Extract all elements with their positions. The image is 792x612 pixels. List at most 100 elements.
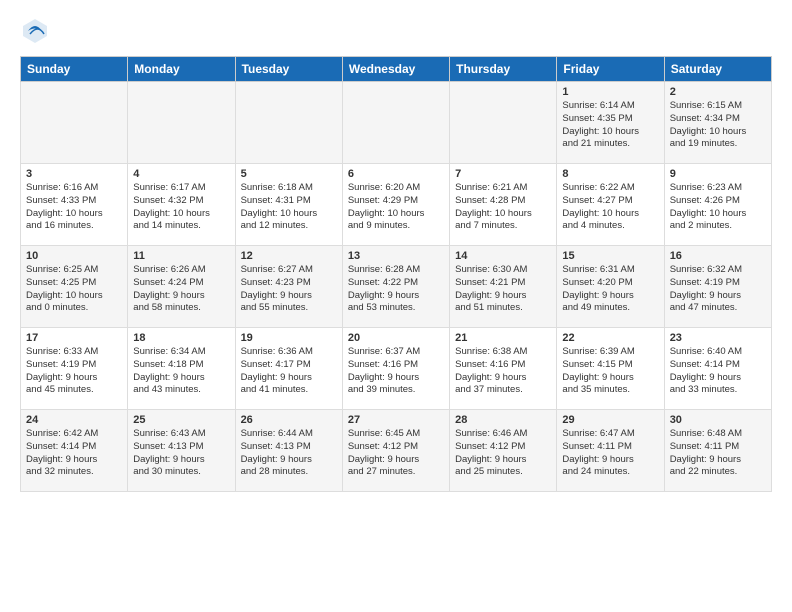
day-info: Sunrise: 6:26 AMSunset: 4:24 PMDaylight:…: [133, 264, 229, 315]
day-number: 13: [348, 250, 444, 262]
day-number: 4: [133, 168, 229, 180]
weekday-friday: Friday: [557, 57, 664, 82]
day-info: Sunrise: 6:28 AMSunset: 4:22 PMDaylight:…: [348, 264, 444, 315]
calendar-cell: 19 Sunrise: 6:36 AMSunset: 4:17 PMDayligh…: [235, 328, 342, 410]
day-number: 6: [348, 168, 444, 180]
day-info: Sunrise: 6:14 AMSunset: 4:35 PMDaylight:…: [562, 100, 658, 151]
weekday-wednesday: Wednesday: [342, 57, 449, 82]
calendar-cell: 16 Sunrise: 6:32 AMSunset: 4:19 PMDayligh…: [664, 246, 771, 328]
day-number: 9: [670, 168, 766, 180]
calendar-cell: 24 Sunrise: 6:42 AMSunset: 4:14 PMDayligh…: [21, 410, 128, 492]
day-info: Sunrise: 6:38 AMSunset: 4:16 PMDaylight:…: [455, 346, 551, 397]
day-info: Sunrise: 6:34 AMSunset: 4:18 PMDaylight:…: [133, 346, 229, 397]
calendar-cell: 11 Sunrise: 6:26 AMSunset: 4:24 PMDayligh…: [128, 246, 235, 328]
calendar-cell: 13 Sunrise: 6:28 AMSunset: 4:22 PMDayligh…: [342, 246, 449, 328]
day-info: Sunrise: 6:47 AMSunset: 4:11 PMDaylight:…: [562, 428, 658, 479]
day-number: 8: [562, 168, 658, 180]
day-info: Sunrise: 6:32 AMSunset: 4:19 PMDaylight:…: [670, 264, 766, 315]
day-number: 2: [670, 86, 766, 98]
day-info: Sunrise: 6:42 AMSunset: 4:14 PMDaylight:…: [26, 428, 122, 479]
day-number: 27: [348, 414, 444, 426]
day-number: 5: [241, 168, 337, 180]
day-number: 12: [241, 250, 337, 262]
calendar-cell: [21, 82, 128, 164]
day-info: Sunrise: 6:39 AMSunset: 4:15 PMDaylight:…: [562, 346, 658, 397]
calendar-cell: 27 Sunrise: 6:45 AMSunset: 4:12 PMDayligh…: [342, 410, 449, 492]
day-info: Sunrise: 6:37 AMSunset: 4:16 PMDaylight:…: [348, 346, 444, 397]
header: [20, 16, 772, 46]
day-number: 22: [562, 332, 658, 344]
day-number: 24: [26, 414, 122, 426]
day-number: 10: [26, 250, 122, 262]
calendar-cell: 7Sunrise: 6:21 AMSunset: 4:28 PMDaylight…: [450, 164, 557, 246]
day-info: Sunrise: 6:43 AMSunset: 4:13 PMDaylight:…: [133, 428, 229, 479]
calendar-cell: 17 Sunrise: 6:33 AMSunset: 4:19 PMDayligh…: [21, 328, 128, 410]
day-info: Sunrise: 6:31 AMSunset: 4:20 PMDaylight:…: [562, 264, 658, 315]
logo-icon: [20, 16, 50, 46]
day-info: Sunrise: 6:45 AMSunset: 4:12 PMDaylight:…: [348, 428, 444, 479]
day-info: Sunrise: 6:44 AMSunset: 4:13 PMDaylight:…: [241, 428, 337, 479]
calendar-cell: 15 Sunrise: 6:31 AMSunset: 4:20 PMDayligh…: [557, 246, 664, 328]
calendar-cell: 25Sunrise: 6:43 AMSunset: 4:13 PMDayligh…: [128, 410, 235, 492]
calendar-cell: 6Sunrise: 6:20 AMSunset: 4:29 PMDaylight…: [342, 164, 449, 246]
day-info: Sunrise: 6:36 AMSunset: 4:17 PMDaylight:…: [241, 346, 337, 397]
weekday-monday: Monday: [128, 57, 235, 82]
week-row-5: 24 Sunrise: 6:42 AMSunset: 4:14 PMDayligh…: [21, 410, 772, 492]
calendar-cell: 18 Sunrise: 6:34 AMSunset: 4:18 PMDayligh…: [128, 328, 235, 410]
day-number: 20: [348, 332, 444, 344]
calendar-cell: 3 Sunrise: 6:16 AMSunset: 4:33 PMDaylight…: [21, 164, 128, 246]
weekday-header-row: SundayMondayTuesdayWednesdayThursdayFrid…: [21, 57, 772, 82]
day-info: Sunrise: 6:21 AMSunset: 4:28 PMDaylight:…: [455, 182, 551, 233]
calendar-cell: 22 Sunrise: 6:39 AMSunset: 4:15 PMDayligh…: [557, 328, 664, 410]
day-info: Sunrise: 6:22 AMSunset: 4:27 PMDaylight:…: [562, 182, 658, 233]
week-row-4: 17 Sunrise: 6:33 AMSunset: 4:19 PMDayligh…: [21, 328, 772, 410]
day-number: 19: [241, 332, 337, 344]
weekday-saturday: Saturday: [664, 57, 771, 82]
day-info: Sunrise: 6:48 AMSunset: 4:11 PMDaylight:…: [670, 428, 766, 479]
calendar-cell: 8 Sunrise: 6:22 AMSunset: 4:27 PMDaylight…: [557, 164, 664, 246]
day-number: 17: [26, 332, 122, 344]
day-number: 3: [26, 168, 122, 180]
calendar-cell: 28 Sunrise: 6:46 AMSunset: 4:12 PMDayligh…: [450, 410, 557, 492]
calendar-cell: 29 Sunrise: 6:47 AMSunset: 4:11 PMDayligh…: [557, 410, 664, 492]
day-info: Sunrise: 6:15 AMSunset: 4:34 PMDaylight:…: [670, 100, 766, 151]
day-info: Sunrise: 6:33 AMSunset: 4:19 PMDaylight:…: [26, 346, 122, 397]
day-number: 18: [133, 332, 229, 344]
weekday-sunday: Sunday: [21, 57, 128, 82]
calendar-cell: [235, 82, 342, 164]
calendar-cell: 12 Sunrise: 6:27 AMSunset: 4:23 PMDayligh…: [235, 246, 342, 328]
page: SundayMondayTuesdayWednesdayThursdayFrid…: [0, 0, 792, 612]
day-number: 29: [562, 414, 658, 426]
day-number: 28: [455, 414, 551, 426]
day-number: 11: [133, 250, 229, 262]
day-info: Sunrise: 6:18 AMSunset: 4:31 PMDaylight:…: [241, 182, 337, 233]
calendar-cell: [450, 82, 557, 164]
day-number: 1: [562, 86, 658, 98]
day-number: 21: [455, 332, 551, 344]
day-info: Sunrise: 6:40 AMSunset: 4:14 PMDaylight:…: [670, 346, 766, 397]
calendar-cell: 23Sunrise: 6:40 AMSunset: 4:14 PMDayligh…: [664, 328, 771, 410]
week-row-3: 10 Sunrise: 6:25 AMSunset: 4:25 PMDayligh…: [21, 246, 772, 328]
calendar-cell: 10 Sunrise: 6:25 AMSunset: 4:25 PMDayligh…: [21, 246, 128, 328]
day-info: Sunrise: 6:25 AMSunset: 4:25 PMDaylight:…: [26, 264, 122, 315]
day-number: 26: [241, 414, 337, 426]
calendar-cell: [128, 82, 235, 164]
day-info: Sunrise: 6:46 AMSunset: 4:12 PMDaylight:…: [455, 428, 551, 479]
calendar-cell: 4 Sunrise: 6:17 AMSunset: 4:32 PMDaylight…: [128, 164, 235, 246]
week-row-2: 3 Sunrise: 6:16 AMSunset: 4:33 PMDaylight…: [21, 164, 772, 246]
logo: [20, 16, 54, 46]
day-number: 30: [670, 414, 766, 426]
calendar-cell: 30 Sunrise: 6:48 AMSunset: 4:11 PMDayligh…: [664, 410, 771, 492]
day-info: Sunrise: 6:16 AMSunset: 4:33 PMDaylight:…: [26, 182, 122, 233]
day-info: Sunrise: 6:27 AMSunset: 4:23 PMDaylight:…: [241, 264, 337, 315]
week-row-1: 1 Sunrise: 6:14 AMSunset: 4:35 PMDaylight…: [21, 82, 772, 164]
day-info: Sunrise: 6:17 AMSunset: 4:32 PMDaylight:…: [133, 182, 229, 233]
calendar-cell: 20 Sunrise: 6:37 AMSunset: 4:16 PMDayligh…: [342, 328, 449, 410]
day-number: 16: [670, 250, 766, 262]
calendar-cell: 14Sunrise: 6:30 AMSunset: 4:21 PMDayligh…: [450, 246, 557, 328]
calendar-cell: 9Sunrise: 6:23 AMSunset: 4:26 PMDaylight…: [664, 164, 771, 246]
day-number: 15: [562, 250, 658, 262]
day-info: Sunrise: 6:30 AMSunset: 4:21 PMDaylight:…: [455, 264, 551, 315]
calendar-cell: 2 Sunrise: 6:15 AMSunset: 4:34 PMDaylight…: [664, 82, 771, 164]
calendar-cell: 5 Sunrise: 6:18 AMSunset: 4:31 PMDaylight…: [235, 164, 342, 246]
